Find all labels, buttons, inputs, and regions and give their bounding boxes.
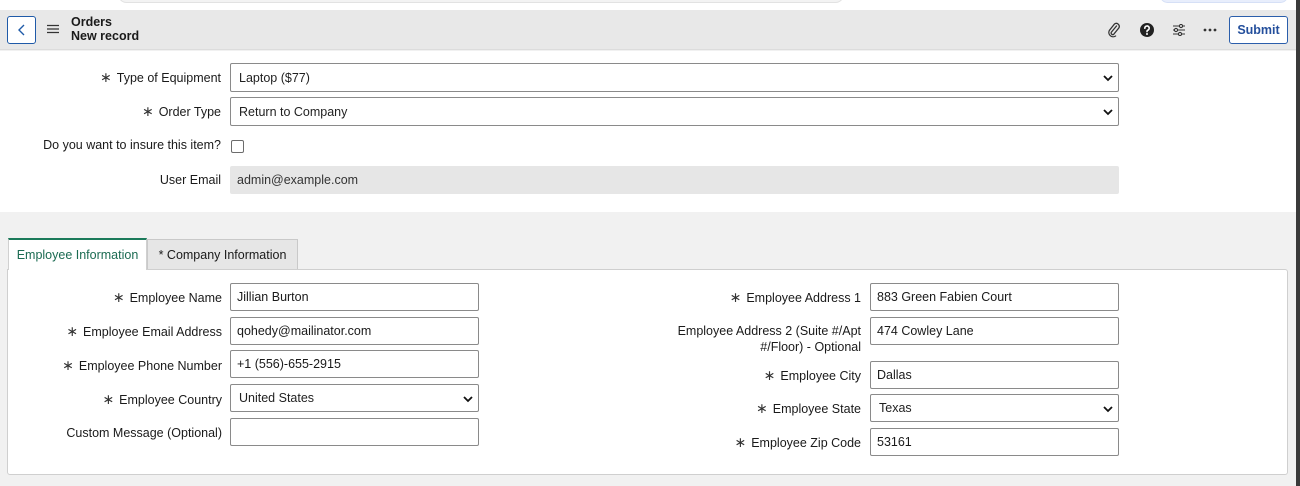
back-button[interactable]	[7, 16, 36, 44]
user-email-label: User Email	[159, 173, 221, 187]
chevron-down-icon	[1103, 75, 1113, 82]
required-icon: ∗	[756, 400, 768, 416]
title-text: Orders	[71, 15, 112, 29]
custom-message-label: Custom Message (Optional)	[66, 426, 222, 440]
order-type-select[interactable]: Return to Company	[230, 97, 1119, 126]
chevron-down-icon	[1103, 109, 1113, 116]
employee-email-label: ∗ Employee Email Address	[66, 323, 222, 339]
employee-state-select[interactable]: Texas	[870, 394, 1119, 422]
employee-email-input[interactable]: qohedy@mailinator.com	[230, 317, 479, 345]
employee-city-label: ∗ Employee City	[763, 367, 861, 383]
page-title: Orders New record	[71, 15, 139, 43]
required-icon: ∗	[729, 289, 742, 305]
employee-state-label: ∗ Employee State	[756, 400, 861, 416]
more-icon[interactable]	[1200, 20, 1220, 40]
employee-phone-label: ∗ Employee Phone Number	[62, 357, 222, 373]
employee-address2-input[interactable]: 474 Cowley Lane	[870, 317, 1119, 345]
top-search-bar	[118, 0, 844, 3]
order-type-value: Return to Company	[239, 104, 348, 119]
required-icon: ∗	[66, 323, 79, 339]
required-icon: ∗	[112, 289, 125, 305]
employee-address2-label-line2: #/Floor) - Optional	[760, 340, 861, 354]
type-of-equipment-select[interactable]: Laptop ($77)	[230, 63, 1119, 92]
tab-company-information[interactable]: * Company Information	[147, 239, 298, 269]
required-icon: ∗	[734, 434, 747, 450]
required-icon: ∗	[100, 69, 112, 85]
browser-top-strip	[0, 0, 1300, 10]
employee-address2-label-line1: Employee Address 2 (Suite #/Apt	[677, 324, 861, 338]
employee-country-label: ∗ Employee Country	[102, 391, 222, 407]
type-of-equipment-label: ∗ Type of Equipment	[100, 69, 221, 85]
hamburger-menu-icon[interactable]	[46, 21, 60, 37]
employee-phone-input[interactable]: +1 (556)-655-2915	[230, 350, 479, 378]
user-email-field: admin@example.com	[230, 166, 1119, 194]
scrollbar-edge	[1296, 0, 1300, 486]
required-icon: ∗	[763, 367, 776, 383]
required-icon: ∗	[102, 391, 115, 407]
sliders-icon[interactable]	[1169, 20, 1189, 40]
type-of-equipment-value: Laptop ($77)	[239, 70, 310, 85]
top-right-pill	[1160, 0, 1288, 3]
insure-item-checkbox[interactable]	[231, 140, 244, 153]
employee-name-input[interactable]: Jillian Burton	[230, 283, 479, 311]
employee-city-input[interactable]: Dallas	[870, 361, 1119, 389]
required-icon: ∗	[62, 357, 74, 373]
chevron-down-icon	[1103, 406, 1113, 413]
employee-zip-input[interactable]: 53161	[870, 428, 1119, 456]
insure-item-label: Do you want to insure this item?	[43, 138, 221, 152]
employee-country-select[interactable]: United States	[230, 384, 479, 412]
chevron-down-icon	[463, 396, 473, 403]
form-header: Orders New record Submit	[0, 10, 1296, 50]
employee-address1-label: ∗ Employee Address 1	[729, 289, 861, 305]
employee-address2-label: Employee Address 2 (Suite #/Apt #/Floor)…	[678, 323, 861, 355]
employee-zip-label: ∗ Employee Zip Code	[734, 434, 861, 450]
order-type-label: ∗ Order Type	[141, 103, 221, 119]
paperclip-icon[interactable]	[1104, 20, 1124, 40]
employee-state-value: Texas	[879, 401, 912, 415]
employee-name-label: ∗ Employee Name	[112, 289, 222, 305]
help-icon[interactable]	[1137, 20, 1157, 40]
employee-country-value: United States	[239, 391, 315, 405]
submit-button[interactable]: Submit	[1229, 16, 1288, 44]
tab-employee-information[interactable]: Employee Information	[8, 238, 147, 270]
back-icon	[17, 24, 24, 36]
custom-message-input[interactable]	[230, 418, 479, 446]
required-icon: ∗	[141, 103, 154, 119]
employee-address1-input[interactable]: 883 Green Fabien Court	[870, 283, 1119, 311]
subtitle-text: New record	[71, 29, 140, 43]
